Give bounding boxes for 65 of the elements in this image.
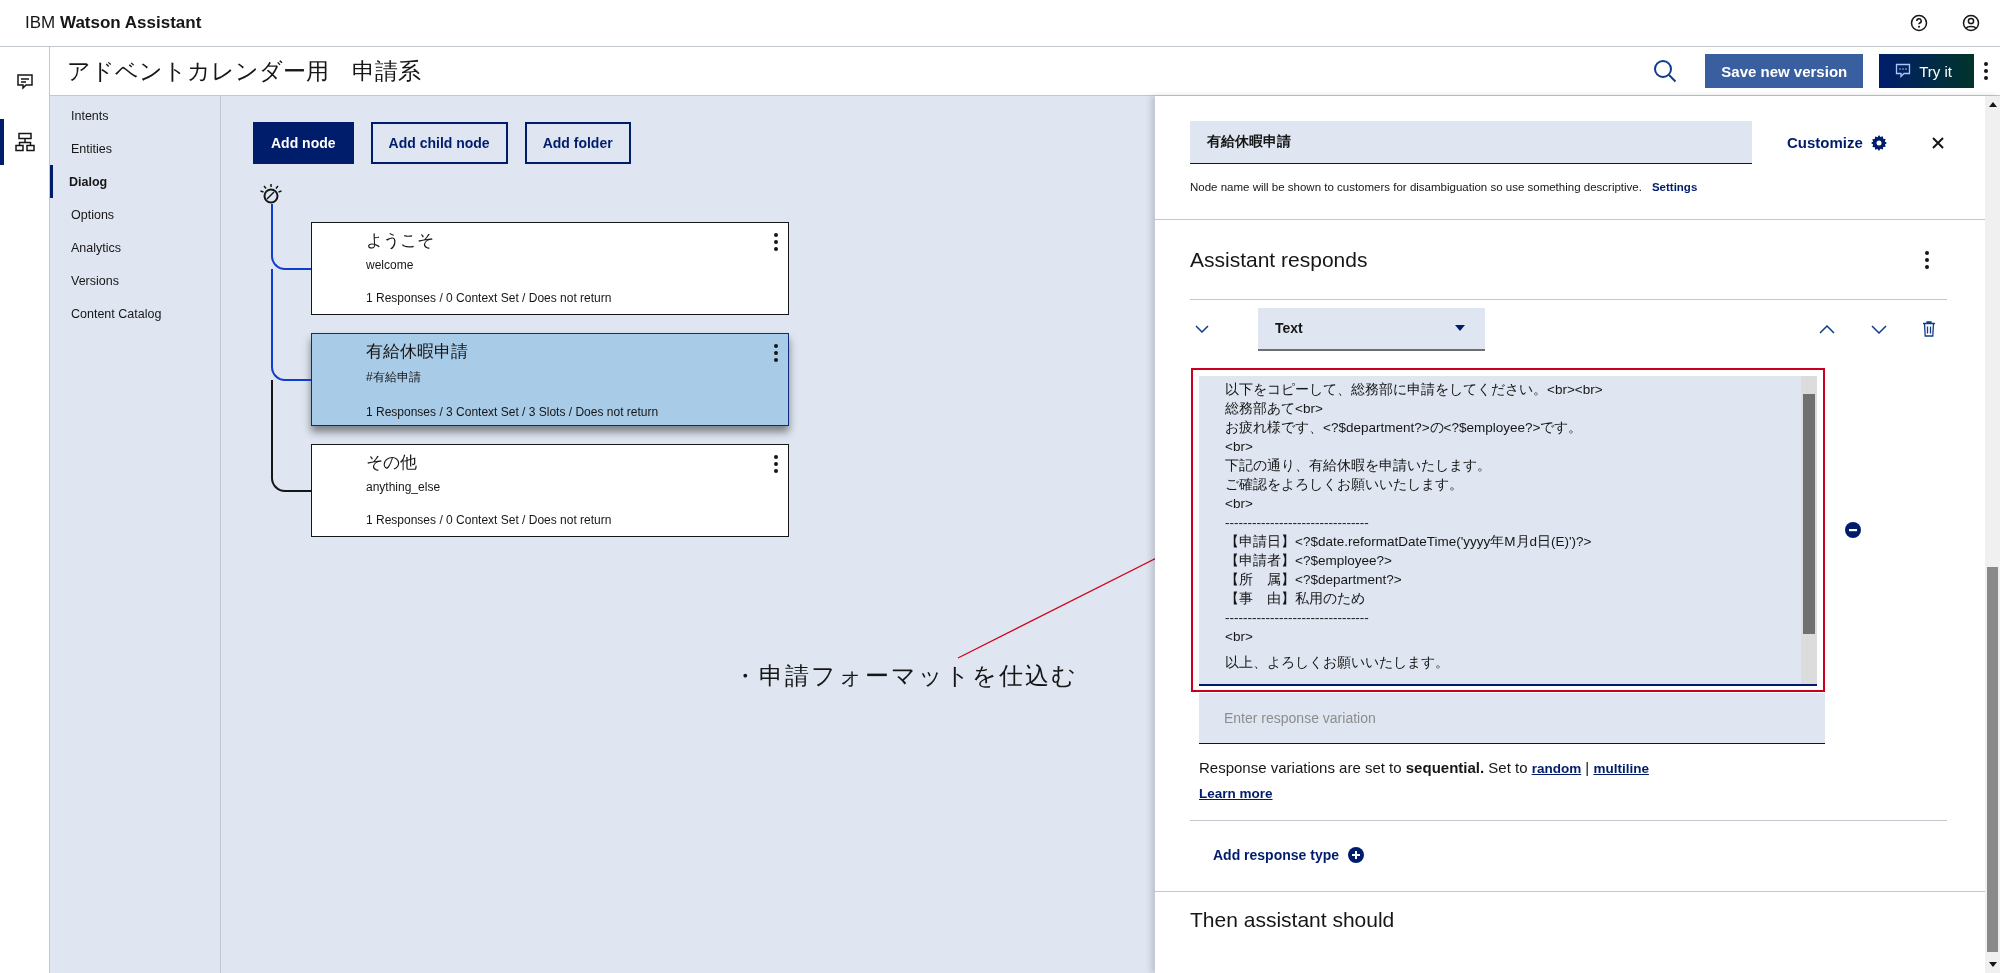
node-summary: 1 Responses / 3 Context Set / 3 Slots / Does not return	[366, 405, 659, 419]
chat-bubble-icon	[1895, 63, 1912, 79]
scrollbar[interactable]	[1801, 376, 1817, 684]
toolbar-button[interactable]: Add node	[253, 122, 354, 164]
overflow-menu-icon[interactable]	[1984, 62, 1988, 80]
search-icon[interactable]	[1653, 59, 1678, 83]
random-link[interactable]: random	[1531, 761, 1582, 776]
settings-link[interactable]: Settings	[1651, 181, 1698, 193]
chat-icon	[15, 73, 34, 91]
nav-item[interactable]: Options	[50, 198, 220, 231]
node-condition: anything_else	[366, 480, 442, 494]
variation-mode-text: Response variations are set to sequential. Set to random | multiline	[1199, 759, 1650, 776]
section-title: Assistant responds	[1190, 247, 1368, 272]
annotation-text: ・申請フォーマットを仕込む	[733, 661, 1078, 692]
save-version-button[interactable]: Save new version	[1705, 54, 1864, 88]
chevron-up-icon[interactable]	[1819, 324, 1835, 334]
dialog-node-card[interactable]: その他 anything_else 1 Responses / 0 Context Set / Does not return	[311, 444, 789, 537]
try-it-button[interactable]: Try it	[1879, 54, 1974, 88]
glowing-circle-icon	[259, 182, 283, 206]
dialog-node-card[interactable]: 有給休暇申請 #有給申請 1 Responses / 3 Context Set / 3 Slots / Does not return	[311, 333, 789, 426]
overflow-menu-icon[interactable]	[774, 344, 778, 362]
node-title: その他	[366, 452, 418, 474]
flowchart-icon	[14, 132, 35, 152]
plus-circle-icon	[1348, 847, 1365, 863]
node-name-hint: Node name will be shown to customers for disambiguation so use something descriptive.	[1190, 181, 1642, 193]
app-brand: IBM Watson Assistant	[25, 13, 202, 33]
settings-icon	[1870, 134, 1887, 151]
customize-button[interactable]: Customize	[1787, 134, 1887, 151]
trash-icon[interactable]	[1923, 321, 1935, 337]
node-condition: welcome	[366, 258, 415, 272]
nav-item[interactable]: Analytics	[50, 231, 220, 264]
node-summary: 1 Responses / 0 Context Set / Does not return	[366, 513, 612, 527]
add-response-type-button[interactable]: Add response type	[1213, 847, 1365, 863]
chevron-down-icon[interactable]	[1195, 325, 1209, 333]
scroll-down-arrow-icon[interactable]	[1988, 962, 1997, 967]
nav-item[interactable]: Entities	[50, 132, 220, 165]
node-title: ようこそ	[366, 230, 435, 252]
node-summary: 1 Responses / 0 Context Set / Does not return	[366, 291, 612, 305]
learn-more-link[interactable]: Learn more	[1199, 786, 1273, 801]
nav-item[interactable]: Content Catalog	[50, 297, 220, 330]
response-type-dropdown[interactable]: Text	[1258, 307, 1485, 351]
dialog-node-card[interactable]: ようこそ welcome 1 Responses / 0 Context Set / Does not return	[311, 222, 789, 315]
overflow-menu-icon[interactable]	[774, 233, 778, 251]
multiline-link[interactable]: multiline	[1593, 761, 1649, 776]
new-variation-field[interactable]: Enter response variation	[1199, 693, 1825, 744]
workspace-title: アドベントカレンダー用 申請系	[67, 56, 421, 86]
section-title: Then assistant should	[1190, 908, 1396, 932]
help-icon[interactable]	[1910, 14, 1928, 32]
minus-circle-icon[interactable]	[1845, 522, 1861, 538]
nav-item[interactable]: Intents	[50, 99, 220, 132]
node-title: 有給休暇申請	[366, 341, 469, 363]
node-condition: #有給申請	[366, 369, 422, 386]
caret-down-icon	[1455, 325, 1465, 331]
chevron-down-icon[interactable]	[1871, 324, 1887, 334]
node-name-field[interactable]: 有給休暇申請	[1190, 121, 1752, 164]
close-icon[interactable]	[1931, 136, 1944, 149]
nav-item[interactable]: Versions	[50, 264, 220, 297]
response-variation-field[interactable]: 以下をコピーして、総務部に申請をしてください。<br><br> 総務部あて<br> お疲れ様です、<?$department?>の<?$employee?>です。 <br> 下記の通り、有給休暇を申請いたします。 ご確認をよろしくお願いいたします。 <br> -------------------------------- 【申請日】<?$date.reformatDateTime('yyyy年M月d日(E)')?> 【申請者】<?$employee?> 【所 属】<?$department?> 【事 由】私用のため -------------------------------- <br> 以上、よろしくお願いいたします。	[1199, 376, 1817, 686]
overflow-menu-icon[interactable]	[1925, 250, 1929, 269]
toolbar-button[interactable]: Add child node	[370, 122, 508, 164]
user-avatar-icon[interactable]	[1962, 14, 1980, 32]
overflow-menu-icon[interactable]	[774, 455, 778, 473]
scroll-up-arrow-icon[interactable]	[1988, 102, 1997, 107]
scrollbar[interactable]	[1985, 96, 2000, 973]
toolbar-button[interactable]: Add folder	[524, 122, 631, 164]
